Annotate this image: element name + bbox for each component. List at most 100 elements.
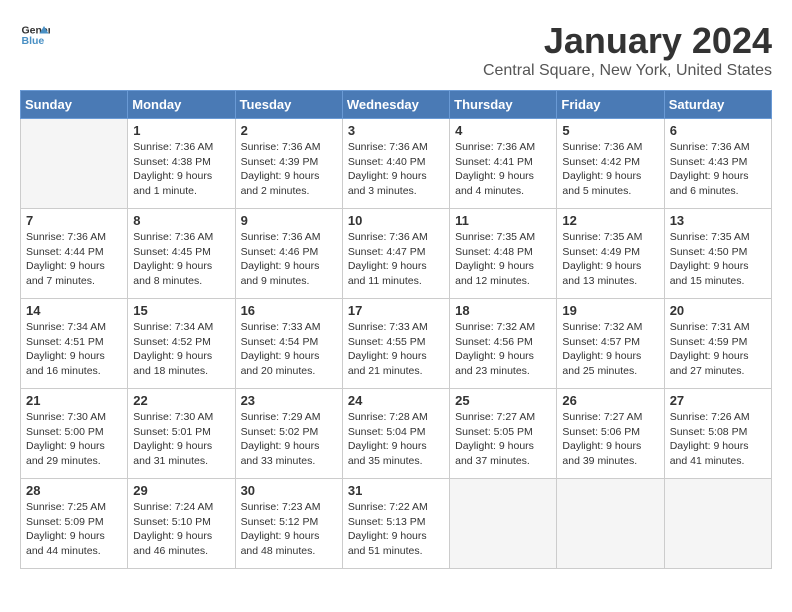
day-info: Sunrise: 7:30 AMSunset: 5:01 PMDaylight:… — [133, 410, 229, 469]
day-info: Sunrise: 7:27 AMSunset: 5:06 PMDaylight:… — [562, 410, 658, 469]
day-number: 12 — [562, 213, 658, 228]
day-info: Sunrise: 7:34 AMSunset: 4:51 PMDaylight:… — [26, 320, 122, 379]
logo: General Blue — [20, 20, 50, 50]
day-number: 21 — [26, 393, 122, 408]
day-info: Sunrise: 7:29 AMSunset: 5:02 PMDaylight:… — [241, 410, 337, 469]
calendar-cell: 28 Sunrise: 7:25 AMSunset: 5:09 PMDayligh… — [21, 479, 128, 569]
day-number: 2 — [241, 123, 337, 138]
day-number: 4 — [455, 123, 551, 138]
calendar-cell: 23Sunrise: 7:29 AMSunset: 5:02 PMDayligh… — [235, 389, 342, 479]
day-number: 1 — [133, 123, 229, 138]
day-info: Sunrise: 7:24 AMSunset: 5:10 PMDaylight:… — [133, 500, 229, 559]
day-info: Sunrise: 7:35 AMSunset: 4:48 PMDaylight:… — [455, 230, 551, 289]
day-number: 5 — [562, 123, 658, 138]
day-info: Sunrise: 7:36 AMSunset: 4:42 PMDaylight:… — [562, 140, 658, 199]
day-info: Sunrise: 7:36 AMSunset: 4:44 PMDaylight:… — [26, 230, 122, 289]
calendar-cell: 26Sunrise: 7:27 AMSunset: 5:06 PMDayligh… — [557, 389, 664, 479]
day-number: 20 — [670, 303, 766, 318]
day-number: 27 — [670, 393, 766, 408]
days-header-row: SundayMondayTuesdayWednesdayThursdayFrid… — [21, 91, 772, 119]
day-header-thursday: Thursday — [450, 91, 557, 119]
day-header-tuesday: Tuesday — [235, 91, 342, 119]
day-number: 14 — [26, 303, 122, 318]
calendar-cell: 14 Sunrise: 7:34 AMSunset: 4:51 PMDayligh… — [21, 299, 128, 389]
week-row-1: 7Sunrise: 7:36 AMSunset: 4:44 PMDaylight… — [21, 209, 772, 299]
week-row-2: 14 Sunrise: 7:34 AMSunset: 4:51 PMDayligh… — [21, 299, 772, 389]
day-number: 11 — [455, 213, 551, 228]
day-number: 29 — [133, 483, 229, 498]
day-number: 22 — [133, 393, 229, 408]
day-info: Sunrise: 7:36 AMSunset: 4:40 PMDaylight:… — [348, 140, 444, 199]
day-info: Sunrise: 7:36 AMSunset: 4:41 PMDaylight:… — [455, 140, 551, 199]
calendar-title: January 2024 — [483, 20, 772, 62]
day-number: 10 — [348, 213, 444, 228]
day-info: Sunrise: 7:23 AMSunset: 5:12 PMDaylight:… — [241, 500, 337, 559]
day-number: 28 — [26, 483, 122, 498]
calendar-cell: 24 Sunrise: 7:28 AMSunset: 5:04 PMDayligh… — [342, 389, 449, 479]
day-number: 17 — [348, 303, 444, 318]
day-info: Sunrise: 7:25 AMSunset: 5:09 PMDaylight:… — [26, 500, 122, 559]
calendar-cell: 13Sunrise: 7:35 AMSunset: 4:50 PMDayligh… — [664, 209, 771, 299]
calendar-cell: 5 Sunrise: 7:36 AMSunset: 4:42 PMDaylight… — [557, 119, 664, 209]
day-number: 30 — [241, 483, 337, 498]
day-info: Sunrise: 7:26 AMSunset: 5:08 PMDaylight:… — [670, 410, 766, 469]
day-number: 25 — [455, 393, 551, 408]
day-number: 18 — [455, 303, 551, 318]
calendar-cell: 8 Sunrise: 7:36 AMSunset: 4:45 PMDaylight… — [128, 209, 235, 299]
day-number: 15 — [133, 303, 229, 318]
calendar-subtitle: Central Square, New York, United States — [483, 62, 772, 80]
day-header-friday: Friday — [557, 91, 664, 119]
calendar-cell: 30 Sunrise: 7:23 AMSunset: 5:12 PMDayligh… — [235, 479, 342, 569]
week-row-3: 21 Sunrise: 7:30 AMSunset: 5:00 PMDayligh… — [21, 389, 772, 479]
day-info: Sunrise: 7:36 AMSunset: 4:39 PMDaylight:… — [241, 140, 337, 199]
day-number: 13 — [670, 213, 766, 228]
day-header-sunday: Sunday — [21, 91, 128, 119]
page-header: General Blue January 2024 Central Square… — [20, 20, 772, 80]
week-row-0: 1 Sunrise: 7:36 AMSunset: 4:38 PMDaylight… — [21, 119, 772, 209]
day-info: Sunrise: 7:36 AMSunset: 4:47 PMDaylight:… — [348, 230, 444, 289]
calendar-cell: 18 Sunrise: 7:32 AMSunset: 4:56 PMDayligh… — [450, 299, 557, 389]
day-number: 16 — [241, 303, 337, 318]
day-info: Sunrise: 7:22 AMSunset: 5:13 PMDaylight:… — [348, 500, 444, 559]
calendar-cell — [21, 119, 128, 209]
calendar-cell: 6Sunrise: 7:36 AMSunset: 4:43 PMDaylight… — [664, 119, 771, 209]
day-number: 9 — [241, 213, 337, 228]
calendar-cell — [664, 479, 771, 569]
day-number: 8 — [133, 213, 229, 228]
calendar-cell: 19 Sunrise: 7:32 AMSunset: 4:57 PMDayligh… — [557, 299, 664, 389]
day-number: 24 — [348, 393, 444, 408]
calendar-cell: 1 Sunrise: 7:36 AMSunset: 4:38 PMDaylight… — [128, 119, 235, 209]
day-info: Sunrise: 7:36 AMSunset: 4:45 PMDaylight:… — [133, 230, 229, 289]
day-info: Sunrise: 7:36 AMSunset: 4:38 PMDaylight:… — [133, 140, 229, 199]
calendar-cell — [450, 479, 557, 569]
calendar-cell: 22 Sunrise: 7:30 AMSunset: 5:01 PMDayligh… — [128, 389, 235, 479]
day-info: Sunrise: 7:32 AMSunset: 4:57 PMDaylight:… — [562, 320, 658, 379]
calendar-cell: 3 Sunrise: 7:36 AMSunset: 4:40 PMDaylight… — [342, 119, 449, 209]
day-info: Sunrise: 7:35 AMSunset: 4:49 PMDaylight:… — [562, 230, 658, 289]
day-number: 3 — [348, 123, 444, 138]
day-info: Sunrise: 7:30 AMSunset: 5:00 PMDaylight:… — [26, 410, 122, 469]
calendar-cell: 17 Sunrise: 7:33 AMSunset: 4:55 PMDayligh… — [342, 299, 449, 389]
day-header-wednesday: Wednesday — [342, 91, 449, 119]
calendar-cell — [557, 479, 664, 569]
calendar-table: SundayMondayTuesdayWednesdayThursdayFrid… — [20, 90, 772, 569]
day-info: Sunrise: 7:33 AMSunset: 4:55 PMDaylight:… — [348, 320, 444, 379]
day-info: Sunrise: 7:28 AMSunset: 5:04 PMDaylight:… — [348, 410, 444, 469]
day-info: Sunrise: 7:31 AMSunset: 4:59 PMDaylight:… — [670, 320, 766, 379]
calendar-cell: 4 Sunrise: 7:36 AMSunset: 4:41 PMDaylight… — [450, 119, 557, 209]
calendar-cell: 27 Sunrise: 7:26 AMSunset: 5:08 PMDayligh… — [664, 389, 771, 479]
calendar-cell: 15Sunrise: 7:34 AMSunset: 4:52 PMDayligh… — [128, 299, 235, 389]
day-number: 31 — [348, 483, 444, 498]
calendar-cell: 7Sunrise: 7:36 AMSunset: 4:44 PMDaylight… — [21, 209, 128, 299]
week-row-4: 28 Sunrise: 7:25 AMSunset: 5:09 PMDayligh… — [21, 479, 772, 569]
calendar-cell: 20 Sunrise: 7:31 AMSunset: 4:59 PMDayligh… — [664, 299, 771, 389]
day-info: Sunrise: 7:36 AMSunset: 4:46 PMDaylight:… — [241, 230, 337, 289]
calendar-cell: 10 Sunrise: 7:36 AMSunset: 4:47 PMDayligh… — [342, 209, 449, 299]
title-section: January 2024 Central Square, New York, U… — [483, 20, 772, 80]
calendar-cell: 25Sunrise: 7:27 AMSunset: 5:05 PMDayligh… — [450, 389, 557, 479]
day-number: 19 — [562, 303, 658, 318]
day-number: 6 — [670, 123, 766, 138]
calendar-cell: 11 Sunrise: 7:35 AMSunset: 4:48 PMDayligh… — [450, 209, 557, 299]
calendar-cell: 31 Sunrise: 7:22 AMSunset: 5:13 PMDayligh… — [342, 479, 449, 569]
day-info: Sunrise: 7:32 AMSunset: 4:56 PMDaylight:… — [455, 320, 551, 379]
